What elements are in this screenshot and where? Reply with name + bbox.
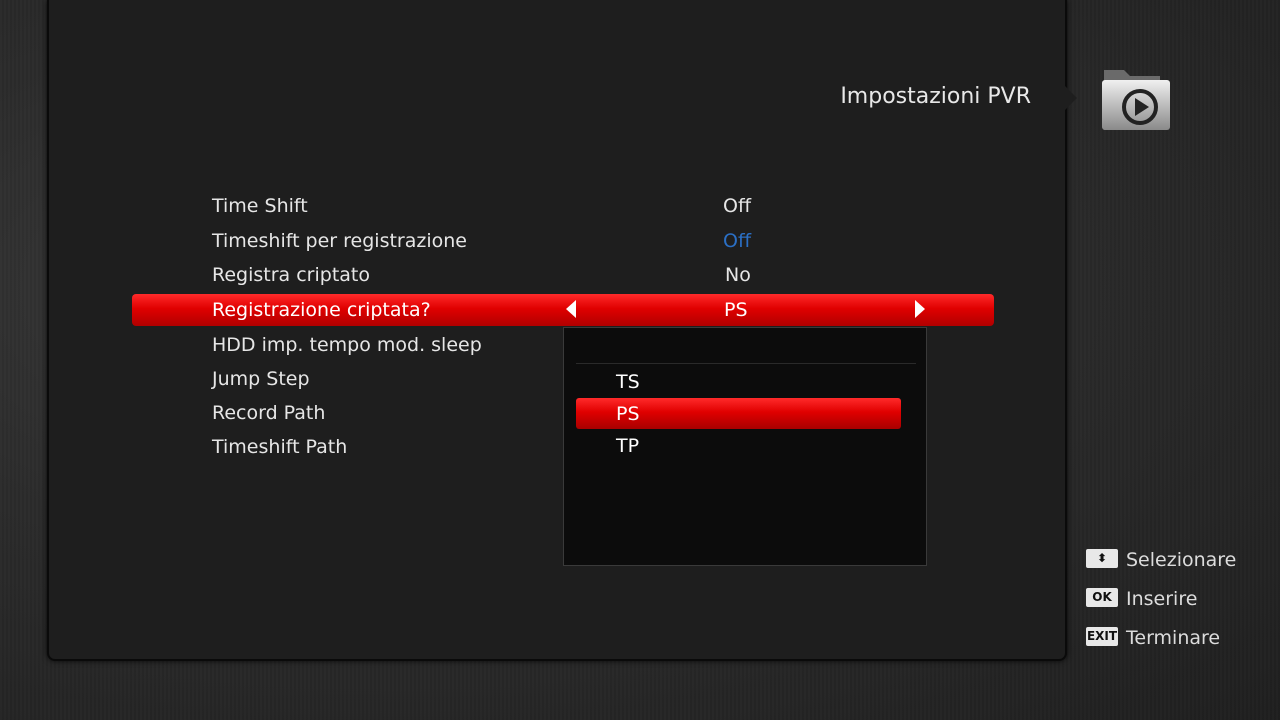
menu-item-value: No [725,264,751,286]
ok-key-icon: OK [1086,588,1118,607]
menu-item-label: Timeshift per registrazione [212,230,467,252]
menu-item-label: HDD imp. tempo mod. sleep [212,334,482,356]
menu-item-registra-criptato[interactable]: Registra criptato No [212,258,992,292]
help-label: Inserire [1126,588,1198,610]
menu-item-label: Record Path [212,402,326,424]
menu-item-label: Time Shift [212,195,308,217]
dropdown-option-ps[interactable]: PS [616,399,640,429]
menu-item-value: PS [724,299,748,321]
help-select: ⬍ Selezionare [1086,546,1236,574]
help-enter: OK Inserire [1086,585,1197,613]
dropdown-option-tp[interactable]: TP [616,431,639,461]
pvr-folder-play-icon [1102,70,1170,130]
option-dropdown[interactable]: TS PS TP [563,327,927,566]
menu-item-value: Off [723,195,752,217]
menu-item-value: Off [723,230,752,252]
menu-item-registrazione-criptata[interactable]: Registrazione criptata? PS [212,293,992,327]
updown-key-icon: ⬍ [1086,549,1118,568]
menu-item-label: Registrazione criptata? [212,299,431,321]
help-label: Terminare [1126,627,1221,649]
menu-item-timeshift-per-registrazione[interactable]: Timeshift per registrazione Off [212,224,992,258]
menu-item-label: Timeshift Path [212,436,348,458]
menu-item-label: Jump Step [212,368,310,390]
menu-item-time-shift[interactable]: Time Shift Off [212,189,992,223]
dropdown-divider [576,363,916,364]
help-exit: EXIT Terminare [1086,624,1220,652]
dropdown-option-ts[interactable]: TS [616,367,640,397]
help-label: Selezionare [1126,549,1237,571]
title-pointer [1063,84,1077,112]
menu-item-label: Registra criptato [212,264,370,286]
exit-key-icon: EXIT [1086,627,1118,646]
page-title: Impostazioni PVR [840,84,1031,109]
